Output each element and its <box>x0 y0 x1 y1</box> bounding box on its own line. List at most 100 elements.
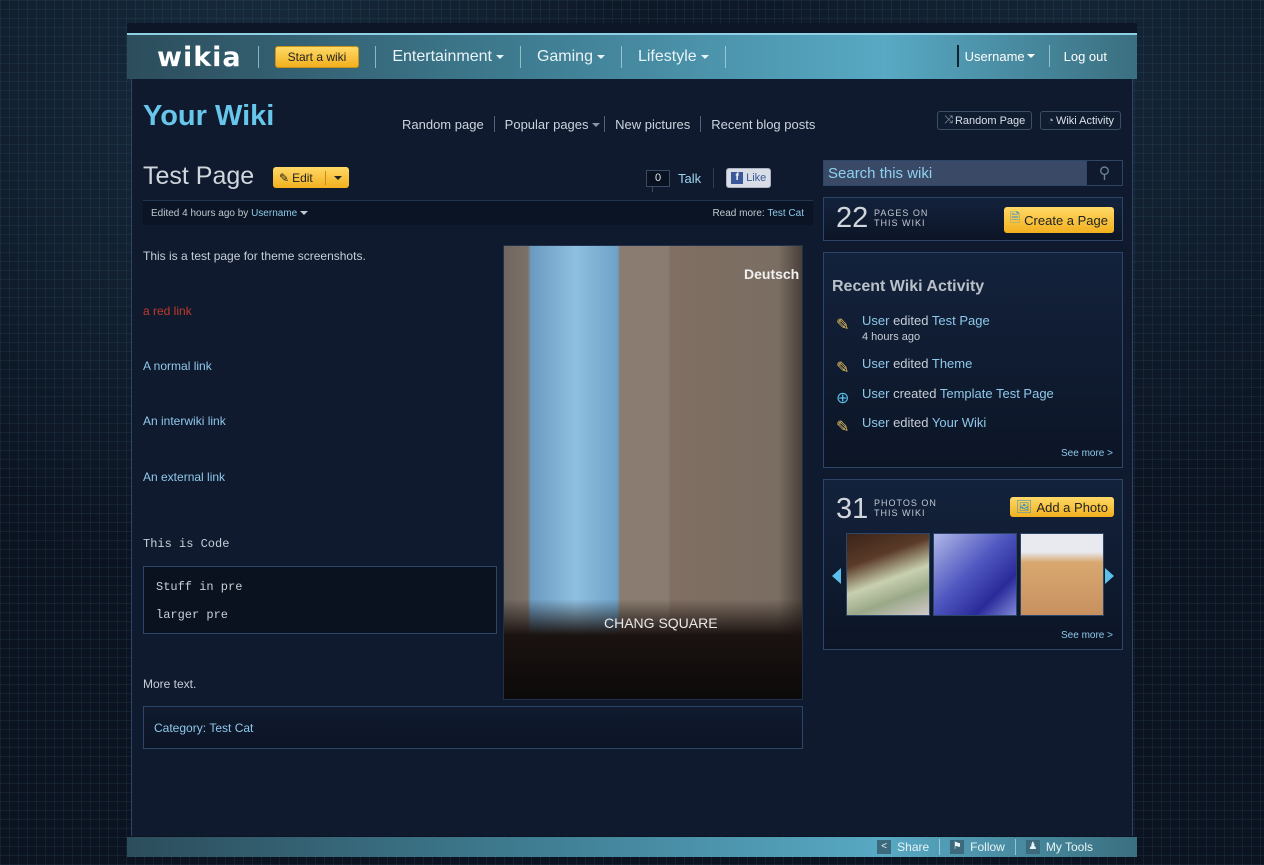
divider <box>257 46 259 68</box>
edit-main[interactable]: ✎ Edit <box>273 171 325 185</box>
share-button[interactable]: < Share <box>877 840 929 854</box>
activity-user[interactable]: User <box>862 313 889 328</box>
search-input[interactable] <box>824 161 1086 185</box>
category-label: Category: <box>154 720 207 735</box>
new-page-icon: 🗎 <box>1009 210 1021 225</box>
global-nav: wikia Start a wiki Entertainment Gaming … <box>127 23 1137 79</box>
edited-info: Edited 4 hours ago by Username <box>151 208 308 219</box>
carousel-next-arrow[interactable] <box>1105 568 1114 584</box>
like-label: Like <box>746 172 767 184</box>
divider <box>956 45 959 67</box>
activity-target[interactable]: Your Wiki <box>932 415 986 430</box>
read-more-link[interactable]: Test Cat <box>767 208 804 219</box>
username-menu[interactable]: Username <box>965 49 1035 64</box>
page-title: Test Page <box>143 162 255 190</box>
divider <box>493 116 495 132</box>
edit-button[interactable]: ✎ Edit <box>273 167 349 188</box>
divider <box>939 839 941 855</box>
activity-target[interactable]: Test Page <box>932 313 990 328</box>
activity-user[interactable]: User <box>862 386 889 401</box>
wiki-nav: Random page Popular pages New pictures R… <box>402 116 815 132</box>
activity-user[interactable]: User <box>862 415 889 430</box>
intro-text: This is a test page for theme screenshot… <box>143 249 366 263</box>
activity-target[interactable]: Theme <box>932 356 972 371</box>
activity-time: 4 hours ago <box>862 331 921 343</box>
talk-count-bubble[interactable]: 0 <box>646 169 670 192</box>
wikia-logo[interactable]: wikia <box>157 42 242 73</box>
hub-label: Gaming <box>536 48 593 65</box>
pages-count: 22 <box>836 202 869 234</box>
bottom-toolbar: < Share ⚑ Follow ♟ My Tools <box>127 837 1137 857</box>
activity-item: ✎ User edited Your Wiki <box>836 415 986 436</box>
photo-thumb-chart[interactable] <box>933 533 1017 616</box>
pencil-icon: ✎ <box>279 170 290 185</box>
divider <box>620 46 622 68</box>
pre-line: Stuff in pre <box>156 580 243 594</box>
edit-icon: ✎ <box>836 317 850 334</box>
wiki-title[interactable]: Your Wiki <box>143 100 274 133</box>
talk-link[interactable]: Talk <box>678 171 701 186</box>
username-label: Username <box>964 48 1025 64</box>
activity-target[interactable]: Template Test Page <box>940 386 1054 401</box>
divider <box>519 46 521 68</box>
add-photo-icon: 🖼 <box>1015 499 1033 514</box>
facebook-icon: f <box>731 172 744 184</box>
photo-sign-top: Deutsch <box>744 266 800 282</box>
inline-code: This is Code <box>143 537 230 551</box>
search-box: ⚲ <box>823 160 1123 186</box>
start-wiki-button[interactable]: Start a wiki <box>274 46 360 68</box>
interwiki-link[interactable]: An interwiki link <box>143 414 226 428</box>
button-label: Random Page <box>954 114 1026 127</box>
divider <box>1048 45 1050 67</box>
edit-dropdown[interactable] <box>326 171 349 185</box>
wiki-activity-button[interactable]: ◔ Wiki Activity <box>1040 111 1121 130</box>
nav-random-page[interactable]: Random page <box>402 117 484 132</box>
add-photo-button[interactable]: 🖼 Add a Photo <box>1009 497 1114 517</box>
new-page-icon: ⊕ <box>836 390 850 407</box>
search-icon[interactable]: ⚲ <box>1086 161 1122 185</box>
nav-popular-pages[interactable]: Popular pages <box>505 117 601 132</box>
facebook-like-button[interactable]: f Like <box>726 168 772 188</box>
editor-user-link[interactable]: Username <box>251 208 308 219</box>
read-more: Read more: Test Cat <box>712 208 804 219</box>
recent-activity-module: Recent Wiki Activity ✎ User edited Test … <box>823 252 1123 468</box>
category-box: Category: Test Cat <box>143 706 803 749</box>
create-page-button[interactable]: 🗎 Create a Page <box>1003 207 1114 233</box>
follow-button[interactable]: ⚑ Follow <box>950 840 1005 854</box>
my-tools-button[interactable]: ♟ My Tools <box>1025 840 1093 854</box>
hub-entertainment[interactable]: Entertainment <box>392 48 504 66</box>
activity-user[interactable]: User <box>862 356 889 371</box>
tool-label: Follow <box>970 840 1005 854</box>
nav-new-pictures[interactable]: New pictures <box>615 117 690 132</box>
preformatted-block: Stuff in pre larger pre <box>143 566 497 634</box>
external-link[interactable]: An external link <box>143 470 225 484</box>
hub-gaming[interactable]: Gaming <box>537 48 605 66</box>
chevron-down-icon <box>300 210 308 215</box>
nav-recent-blog-posts[interactable]: Recent blog posts <box>711 117 815 132</box>
pages-label-line: PAGES ON <box>874 208 929 218</box>
share-icon: < <box>877 840 892 854</box>
photo-thumb-money[interactable] <box>846 533 930 616</box>
pages-label: PAGES ON THIS WIKI <box>874 208 928 228</box>
chevron-down-icon <box>596 55 605 59</box>
normal-link[interactable]: A normal link <box>143 359 212 373</box>
activity-verb: edited <box>893 356 929 371</box>
carousel-prev-arrow[interactable] <box>832 568 841 584</box>
activity-see-more-link[interactable]: See more > <box>1061 448 1113 459</box>
pre-line: larger pre <box>156 608 229 622</box>
random-page-button[interactable]: ⤨ Random Page <box>937 111 1033 130</box>
chevron-down-icon <box>333 176 342 181</box>
talk-area: 0 Talk f Like <box>646 168 772 192</box>
photo-thumb-pencils[interactable] <box>1020 533 1104 616</box>
photos-label-line: THIS WIKI <box>874 508 926 518</box>
logout-link[interactable]: Log out <box>1064 49 1107 64</box>
red-link[interactable]: a red link <box>143 304 192 318</box>
activity-item: ⊕ User created Template Test Page <box>836 386 1054 407</box>
hub-label: Lifestyle <box>637 48 697 65</box>
divider <box>1014 839 1016 855</box>
article-photo[interactable]: Deutsch CHANG SQUARE <box>503 245 803 700</box>
category-link[interactable]: Test Cat <box>209 721 253 735</box>
photos-see-more-link[interactable]: See more > <box>1061 630 1113 641</box>
hub-lifestyle[interactable]: Lifestyle <box>638 48 709 66</box>
divider <box>700 116 702 132</box>
